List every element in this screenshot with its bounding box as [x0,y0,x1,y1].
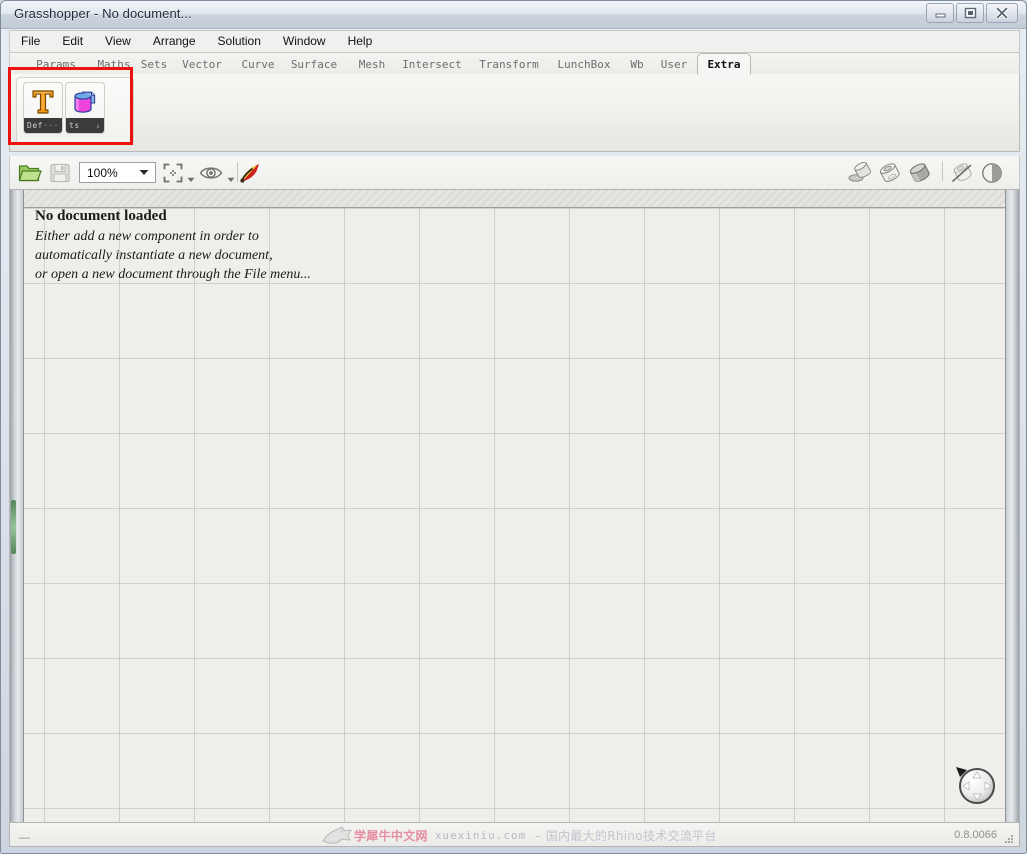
no-document-line-2: automatically instantiate a new document… [35,248,273,263]
watermark-tagline: – 国内最大的Rhino技术交流平台 [535,828,717,843]
title-bar: Grasshopper - No document... [1,1,1026,29]
tab-mesh[interactable]: Mesh [348,53,396,75]
canvas-left-indicator [11,500,16,554]
ribbon-component-group: Def ··· ts ↓ [16,77,134,145]
open-document-button[interactable] [17,160,43,185]
preview-off-button[interactable] [949,160,975,185]
toolbar-separator-3 [942,161,943,181]
floppy-disk-icon [50,163,70,182]
status-bar: — 学犀牛中文网 xuexiniu.com – 国内最大的Rhino技术交流平台… [9,823,1020,847]
zoom-extents-icon [163,163,183,182]
rhino-logo-icon [322,826,352,844]
menu-bar: File Edit View Arrange Solution Window H… [9,30,1020,53]
component-def-button[interactable]: Def ··· [23,82,63,134]
zoom-level-combobox[interactable]: 100% [79,162,156,183]
minimize-icon [935,13,945,17]
zoom-extents-button[interactable] [161,160,185,185]
minimize-button[interactable] [926,3,954,23]
no-document-title: No document loaded [35,208,167,224]
rhino-bake-icon [240,163,259,183]
toolbar-separator-2 [237,162,238,182]
tab-surface[interactable]: Surface [282,53,346,75]
zoom-level-value: 100% [87,165,118,180]
tab-params[interactable]: Params [24,53,88,75]
shaded-cylinder-icon [879,162,900,182]
menu-item-solution[interactable]: Solution [207,31,272,52]
close-button[interactable] [986,3,1018,23]
tab-user[interactable]: User [652,53,696,75]
chevron-down-icon [227,177,235,182]
component-ts-label: ts ↓ [66,118,104,133]
display-mode-rendered-button[interactable] [907,160,933,185]
component-ts-trailing: ↓ [95,121,101,130]
chevron-down-icon [139,170,149,175]
canvas-grid [24,190,1005,822]
component-ts-button[interactable]: ts ↓ [65,82,105,134]
canvas-right-scrollbar[interactable] [1005,190,1019,822]
canvas-navigation-compass[interactable] [953,762,999,808]
no-document-line-3: or open a new document through the File … [35,267,311,282]
ribbon-panel: Def ··· ts ↓ [9,74,1020,152]
tab-curve[interactable]: Curve [230,53,286,75]
menu-item-arrange[interactable]: Arrange [142,31,207,52]
eye-icon [199,166,223,179]
open-folder-icon [18,164,42,181]
display-mode-shaded-button[interactable] [877,160,903,185]
grasshopper-window: Grasshopper - No document... File Edit V… [0,0,1027,854]
menu-item-help[interactable]: Help [337,31,384,52]
watermark-site-name: 学犀牛中文网 [354,828,428,843]
cylinder-crossed-icon [951,162,972,182]
canvas-left-scrollbar[interactable] [10,190,24,822]
version-label: 0.8.0066 [954,829,997,841]
tab-lunchbox[interactable]: LunchBox [546,53,622,75]
half-sphere-icon [982,162,1002,183]
no-document-line-1: Either add a new component in order to [35,229,259,244]
component-ts-text: ts [69,121,80,130]
display-mode-wireframe-button[interactable] [847,160,873,185]
preview-toggle-button[interactable] [198,160,224,185]
maximize-icon [964,7,976,19]
component-def-trailing: ··· [43,121,59,130]
maximize-button[interactable] [956,3,984,23]
component-def-text: Def [27,121,43,130]
grasshopper-canvas[interactable]: No document loaded Either add a new comp… [9,189,1020,823]
site-watermark: 学犀牛中文网 xuexiniu.com – 国内最大的Rhino技术交流平台 [320,824,717,846]
text-tag-icon [24,84,62,120]
close-icon [995,7,1009,19]
component-category-tabs: Params Maths Sets Vector Curve Surface M… [9,53,1020,75]
save-document-button[interactable] [47,160,73,185]
resize-grip[interactable] [1005,835,1014,844]
tab-wb[interactable]: Wb [620,53,654,75]
tab-extra[interactable]: Extra [697,53,751,75]
menu-item-window[interactable]: Window [272,31,337,52]
no-document-message: No document loaded Either add a new comp… [35,208,311,284]
preview-quality-button[interactable] [979,160,1005,185]
menu-item-view[interactable]: View [94,31,142,52]
menu-item-file[interactable]: File [10,31,51,52]
tab-intersect[interactable]: Intersect [394,53,470,75]
wireframe-cylinder-icon [848,161,872,182]
status-text: — [19,832,31,844]
cylinder-solid-icon [66,84,104,120]
rendered-cylinder-icon [909,162,930,182]
watermark-url: xuexiniu.com [434,828,527,842]
bake-button[interactable] [239,160,263,185]
tab-transform[interactable]: Transform [469,53,549,75]
window-title: Grasshopper - No document... [14,6,192,21]
menu-item-edit[interactable]: Edit [51,31,94,52]
chevron-down-icon [187,177,195,182]
compass-arrows-icon [956,767,995,804]
canvas-top-band [24,190,1005,208]
component-def-label: Def ··· [24,118,62,133]
tab-vector[interactable]: Vector [172,53,232,75]
